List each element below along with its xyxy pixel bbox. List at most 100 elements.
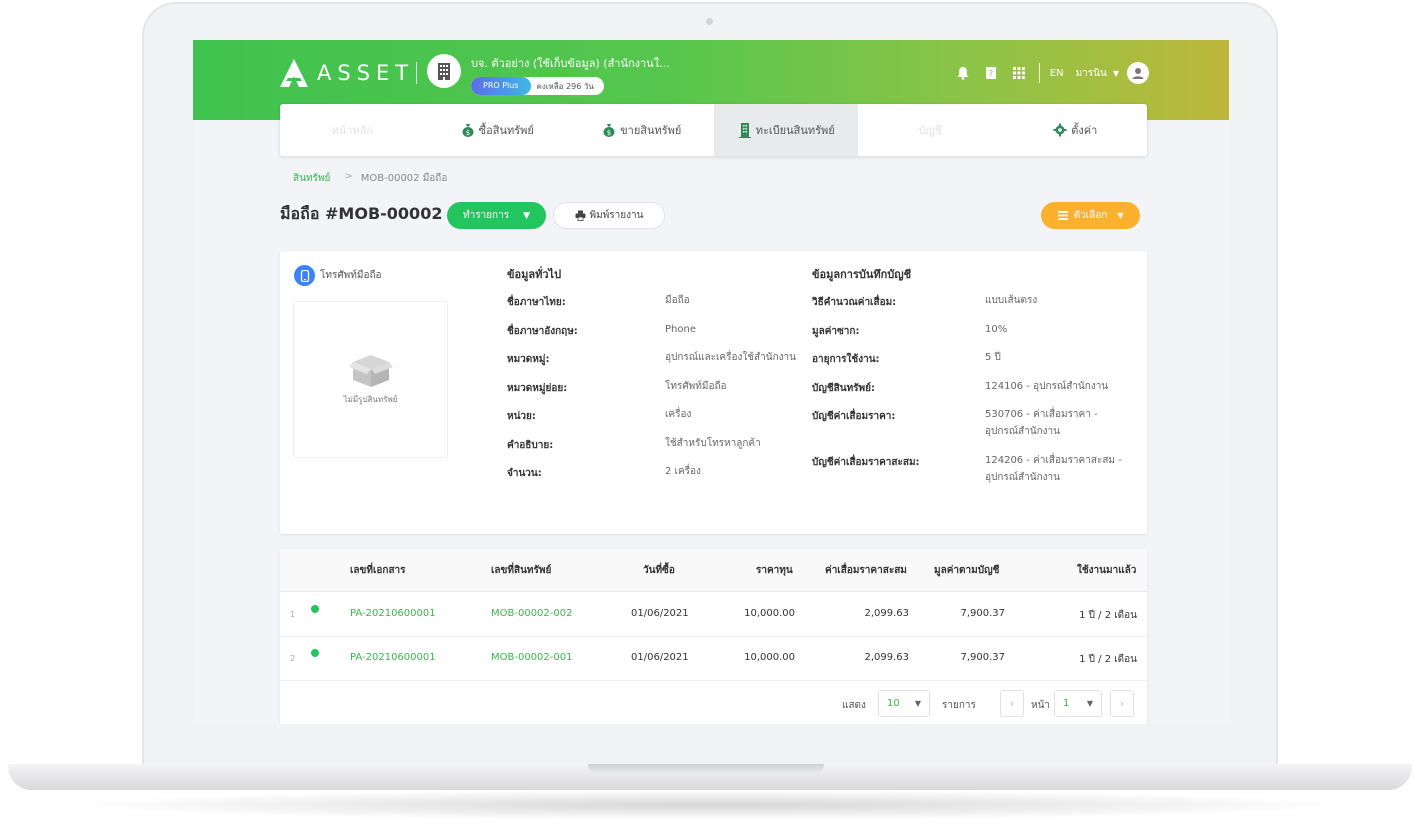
accounting-info-value-line2: อุปกรณ์สำนักงาน	[985, 426, 1060, 437]
cell-asset-number[interactable]: MOB-00002-002	[491, 608, 572, 619]
accounting-info-label: อายุการใช้งาน:	[812, 354, 880, 365]
nav-item-settings[interactable]: ตั้งค่า	[1003, 104, 1148, 156]
col-purchase-date[interactable]: วันที่ซื้อ	[643, 563, 675, 578]
page-number-select[interactable]: 1 ▼	[1054, 690, 1102, 717]
cell-book-value: 7,900.37	[960, 652, 1005, 663]
gear-icon	[1052, 122, 1068, 138]
accounting-info-label: บัญชีค่าเสื่อมราคาสะสม:	[812, 457, 920, 468]
accounting-info-value: 10%	[985, 323, 1008, 335]
table-row[interactable]: 1 PA-20210600001 MOB-00002-002 01/06/2021 10…	[280, 593, 1147, 637]
user-menu[interactable]: มารนิน ▼	[1076, 62, 1149, 84]
svg-text:?: ?	[989, 69, 993, 78]
plan-pill: PRO Plus คงเหลือ 296 วัน	[471, 77, 604, 95]
accounting-info-label: มูลค่าซาก:	[812, 325, 860, 337]
accounting-info-label: บัญชีค่าเสื่อมราคา:	[812, 411, 896, 422]
company-name: บจ. ตัวอย่าง (ใช้เก็บข้อมูล) (สำนักงานใ.…	[471, 57, 670, 70]
page-size-select[interactable]: 10 ▼	[878, 690, 930, 717]
general-info-label: หมวดหมู่:	[507, 354, 550, 365]
col-accumulated-depreciation[interactable]: ค่าเสื่อมราคาสะสม	[825, 563, 907, 578]
user-name: มารนิน	[1075, 67, 1107, 79]
main-nav: หน้าหลัก $ ซื้อสินทรัพย์ $ ขายสินทรัพย์ …	[280, 104, 1147, 156]
accounting-info-label: วิธีคำนวณค่าเสื่อม:	[812, 297, 897, 308]
logo-text: ASSET	[317, 61, 415, 85]
print-report-button[interactable]: พิมพ์รายงาน	[553, 202, 665, 229]
nav-item-buy-asset[interactable]: $ ซื้อสินทรัพย์	[425, 104, 570, 156]
svg-text:$: $	[465, 129, 469, 137]
app-screen: ASSET บจ. ตัวอย่าง (ใช้เก็บข้อมูล) (สำนั…	[193, 40, 1229, 724]
action-dropdown-button[interactable]: ทำรายการ ▼	[447, 202, 546, 229]
nav-label-home: หน้าหลัก	[331, 124, 374, 137]
cell-asset-number[interactable]: MOB-00002-001	[491, 652, 572, 663]
general-info-value: ใช้สำหรับโทรหาลูกค้า	[665, 437, 761, 449]
asset-logo[interactable]: ASSET	[279, 58, 418, 88]
no-image-label: ไม่มีรูปสินทรัพย์	[343, 395, 398, 404]
col-cost[interactable]: ราคาทุน	[756, 563, 793, 578]
general-info-value: มือถือ	[665, 295, 690, 306]
options-dropdown-button[interactable]: ตัวเลือก ▼	[1041, 202, 1140, 229]
cell-cost: 10,000.00	[744, 652, 795, 663]
cell-doc-number[interactable]: PA-20210600001	[350, 652, 436, 663]
nav-label-accounting: บัญชี	[918, 124, 943, 137]
top-divider	[1038, 63, 1040, 83]
plan-remaining: คงเหลือ 296 วัน	[536, 81, 594, 91]
page-title: มือถือ #MOB-00002	[280, 204, 443, 223]
building-icon	[737, 122, 753, 138]
company-building-icon	[427, 54, 461, 88]
table-row[interactable]: 2 PA-20210600001 MOB-00002-001 01/06/2021 10…	[280, 637, 1147, 681]
svg-text:$: $	[607, 129, 611, 137]
cell-doc-number[interactable]: PA-20210600001	[350, 608, 436, 619]
laptop-shadow	[60, 790, 1360, 820]
asset-info-card: โทรศัพท์มือถือ ไม่มีรูปสินทรัพย์ ข้อมูลท…	[280, 251, 1147, 534]
general-info-value: เครื่อง	[665, 409, 692, 420]
laptop-mockup: ASSET บจ. ตัวอย่าง (ใช้เก็บข้อมูล) (สำนั…	[0, 0, 1420, 836]
general-info-label: คำอธิบาย:	[507, 439, 554, 451]
show-label: แสดง	[842, 700, 866, 711]
nav-item-sell-asset[interactable]: $ ขายสินทรัพย์	[569, 104, 714, 156]
bell-icon[interactable]	[955, 65, 971, 81]
print-label: พิมพ์รายงาน	[589, 210, 644, 221]
general-info-label: หมวดหมู่ย่อย:	[507, 382, 568, 394]
col-used-period[interactable]: ใช้งานมาแล้ว	[1077, 563, 1136, 578]
breadcrumb: สินทรัพย์ > MOB-00002 มือถือ	[293, 171, 447, 186]
general-info-label: ชื่อภาษาอังกฤษ:	[507, 325, 578, 337]
apps-grid-icon[interactable]	[1011, 65, 1027, 81]
breadcrumb-parent-link[interactable]: สินทรัพย์	[293, 171, 330, 186]
box-icon	[348, 355, 393, 387]
manual-book-icon[interactable]: ?	[983, 65, 999, 81]
col-asset-number[interactable]: เลขที่สินทรัพย์	[491, 563, 551, 578]
chevron-left-icon: ‹	[1009, 697, 1015, 710]
asset-items-table: เลขที่เอกสาร เลขที่สินทรัพย์ วันที่ซื้อ …	[280, 549, 1147, 724]
accounting-info-title: ข้อมูลการบันทึกบัญชี	[812, 268, 912, 281]
col-book-value[interactable]: มูลค่าตามบัญชี	[934, 563, 999, 578]
cell-accumulated-depreciation: 2,099.63	[864, 652, 909, 663]
plan-badge: PRO Plus	[471, 77, 531, 95]
language-switch[interactable]: EN	[1050, 68, 1064, 79]
asset-type-label: โทรศัพท์มือถือ	[320, 270, 382, 281]
chevron-down-icon: ▼	[1117, 211, 1124, 220]
nav-label-settings: ตั้งค่า	[1071, 124, 1098, 137]
col-doc-number[interactable]: เลขที่เอกสาร	[350, 563, 406, 578]
nav-item-asset-register[interactable]: ทะเบียนสินทรัพย์	[713, 104, 858, 156]
nav-item-home[interactable]: หน้าหลัก	[280, 104, 425, 156]
general-info-title: ข้อมูลทั่วไป	[507, 268, 562, 281]
asset-image-placeholder[interactable]: ไม่มีรูปสินทรัพย์	[293, 301, 448, 458]
options-label: ตัวเลือก	[1073, 210, 1108, 221]
general-info-value: Phone	[665, 323, 696, 335]
cell-book-value: 7,900.37	[960, 608, 1005, 619]
next-page-button[interactable]: ›	[1110, 690, 1134, 717]
accounting-info-value: 530706 - ค่าเสื่อมราคา -	[985, 409, 1098, 420]
chevron-down-icon: ▼	[1086, 699, 1093, 708]
general-info-label: หน่วย:	[507, 411, 536, 422]
accounting-info-value: 124206 - ค่าเสื่อมราคาสะสม -	[985, 455, 1122, 466]
company-switcher[interactable]: บจ. ตัวอย่าง (ใช้เก็บข้อมูล) (สำนักงานใ.…	[427, 54, 670, 95]
status-dot	[311, 605, 319, 613]
nav-item-accounting[interactable]: บัญชี	[858, 104, 1003, 156]
general-info-value: อุปกรณ์และเครื่องใช้สำนักงาน	[665, 352, 796, 363]
chevron-down-icon: ▼	[1112, 68, 1119, 78]
general-info-label: จำนวน:	[507, 468, 542, 479]
laptop-notch	[588, 764, 824, 773]
table-header: เลขที่เอกสาร เลขที่สินทรัพย์ วันที่ซื้อ …	[280, 549, 1147, 592]
general-info-value: 2 เครื่อง	[665, 466, 701, 477]
prev-page-button[interactable]: ‹	[1000, 690, 1024, 717]
laptop-camera	[706, 18, 713, 25]
